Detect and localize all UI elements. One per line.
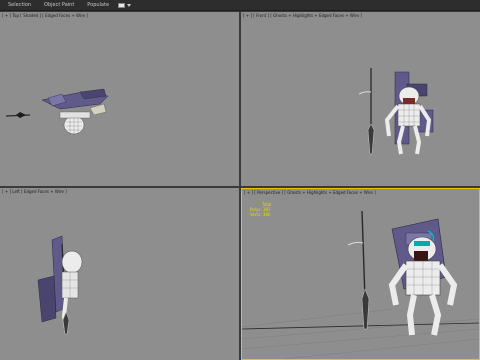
spear-feather — [347, 241, 364, 246]
viewport-left-scene — [37, 235, 83, 335]
dropdown-icon — [118, 2, 126, 8]
character-right-arm — [437, 263, 458, 306]
viewport-perspective-scene — [242, 210, 479, 359]
grid-lines — [242, 308, 479, 359]
spear-head — [16, 112, 26, 118]
character-shoulders — [59, 111, 91, 119]
spear-head — [361, 288, 370, 330]
character-head — [61, 250, 83, 274]
cannon-lower — [37, 275, 57, 323]
viewport-top[interactable]: [ + ] Top [ Shaded ] [ Edged Faces + Wir… — [0, 12, 239, 186]
chevron-down-icon — [127, 3, 132, 7]
spear-feather — [358, 91, 372, 95]
character-mouth — [414, 251, 428, 261]
viewport-front[interactable]: [ + ] [ Front ] [ Ghosts + Highlights + … — [241, 12, 480, 186]
viewport-perspective[interactable]: [ + ] [ Perspective ] [ Ghosts + Highlig… — [241, 188, 480, 360]
tab-selection[interactable]: Selection — [0, 0, 38, 10]
ribbon-dropdown-button[interactable] — [118, 2, 132, 8]
ribbon-bar: Selection Object Paint Populate — [0, 0, 480, 11]
character-mouth — [403, 98, 415, 104]
spear-head — [367, 123, 375, 155]
viewport-top-scene — [5, 88, 109, 135]
grid-axis — [242, 322, 479, 330]
tab-populate[interactable]: Populate — [81, 0, 116, 10]
character-right-leg — [429, 294, 442, 336]
viewport-front-scene — [358, 68, 434, 155]
tab-object-paint[interactable]: Object Paint — [38, 0, 81, 10]
cannon-strap — [89, 103, 107, 116]
viewport-left[interactable]: [ + ] Left [ Edged Faces + Wire ] — [0, 188, 239, 360]
character-goggles — [414, 241, 430, 246]
character-left-leg — [406, 294, 417, 336]
